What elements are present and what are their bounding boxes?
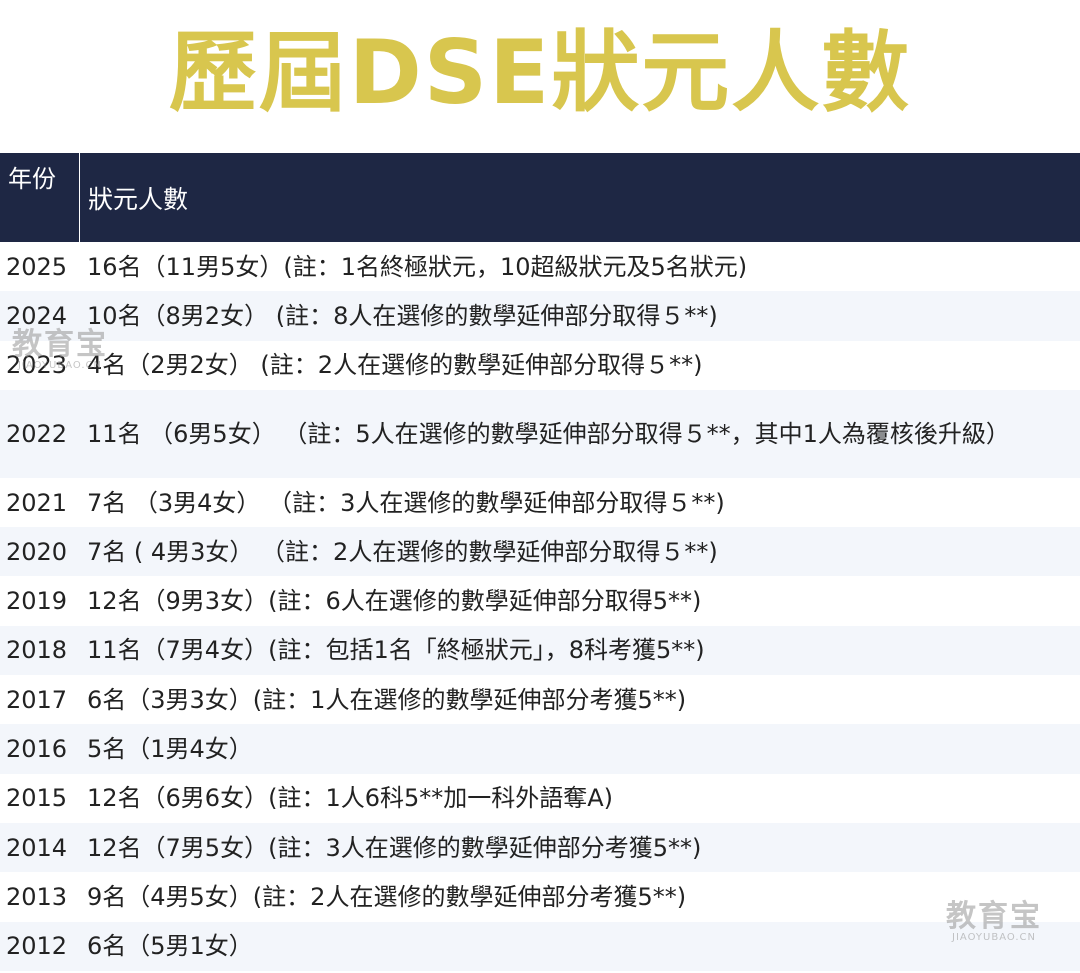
- table-body: 2025 16名（11男5女）(註：1名終極狀元，10超級狀元及5名狀元) 2024…: [0, 242, 1080, 971]
- count-cell: 12名（7男5女）(註：3人在選修的數學延伸部分考獲5**): [87, 833, 702, 862]
- count-cell: 11名（7男4女）(註：包括1名「終極狀元」，8科考獲5**): [87, 636, 705, 665]
- table-row: 2013 9名（4男5女）(註：2人在選修的數學延伸部分考獲5**): [0, 872, 1080, 922]
- table-row: 2021 7名 （3男4女） （註：3人在選修的數學延伸部分取得５**): [0, 477, 1080, 528]
- count-cell: 9名（4男5女）(註：2人在選修的數學延伸部分考獲5**): [87, 882, 687, 911]
- year-cell: 2023: [6, 351, 68, 380]
- year-cell: 2021: [6, 488, 68, 517]
- year-cell: 2022: [6, 419, 68, 448]
- year-cell: 2018: [6, 636, 68, 665]
- table-row: 2015 12名（6男6女）(註：1人6科5**加一科外語奪A): [0, 773, 1080, 823]
- table-row: 2017 6名（3男3女）(註：1人在選修的數學延伸部分考獲5**): [0, 675, 1080, 725]
- table-row: 2022 11名 （6男5女） （註：5人在選修的數學延伸部分取得５**，其中1人…: [0, 389, 1080, 478]
- year-cell: 2025: [6, 252, 68, 281]
- count-cell: 4名（2男2女） (註：2人在選修的數學延伸部分取得５**): [87, 351, 703, 380]
- count-cell: 12名（6男6女）(註：1人6科5**加一科外語奪A): [87, 784, 614, 813]
- table-header: 年份 狀元人數: [0, 153, 1080, 242]
- year-cell: 2016: [6, 735, 68, 764]
- table-row: 2016 5名（1男4女）: [0, 724, 1080, 774]
- year-cell: 2020: [6, 537, 68, 566]
- count-cell: 11名 （6男5女） （註：5人在選修的數學延伸部分取得５**，其中1人為覆核後…: [87, 419, 1010, 448]
- table-row: 2020 7名 ( 4男3女） （註：2人在選修的數學延伸部分取得５**): [0, 527, 1080, 577]
- header-year: 年份: [0, 153, 80, 242]
- count-cell: 10名（8男2女） (註：8人在選修的數學延伸部分取得５**): [87, 301, 718, 330]
- count-cell: 12名（9男3女）(註：6人在選修的數學延伸部分取得5**): [87, 587, 702, 616]
- page-title: 歷屆DSE狀元人數: [168, 21, 912, 124]
- count-cell: 7名 ( 4男3女） （註：2人在選修的數學延伸部分取得５**): [87, 537, 718, 566]
- count-cell: 16名（11男5女）(註：1名終極狀元，10超級狀元及5名狀元): [87, 252, 748, 281]
- year-cell: 2014: [6, 833, 68, 862]
- year-cell: 2017: [6, 685, 68, 714]
- table-row: 2018 11名（7男4女）(註：包括1名「終極狀元」，8科考獲5**): [0, 625, 1080, 676]
- table-row: 2012 6名（5男1女）: [0, 921, 1080, 971]
- year-cell: 2019: [6, 587, 68, 616]
- year-cell: 2012: [6, 932, 68, 961]
- count-cell: 6名（5男1女）: [87, 932, 253, 961]
- table-row: 2019 12名（9男3女）(註：6人在選修的數學延伸部分取得5**): [0, 576, 1080, 626]
- table-row: 2023 4名（2男2女） (註：2人在選修的數學延伸部分取得５**): [0, 340, 1080, 390]
- table-row: 2014 12名（7男5女）(註：3人在選修的數學延伸部分考獲5**): [0, 822, 1080, 873]
- count-cell: 6名（3男3女）(註：1人在選修的數學延伸部分考獲5**): [87, 685, 687, 714]
- count-cell: 5名（1男4女）: [87, 735, 253, 764]
- count-cell: 7名 （3男4女） （註：3人在選修的數學延伸部分取得５**): [87, 488, 725, 517]
- year-cell: 2024: [6, 301, 68, 330]
- year-cell: 2015: [6, 784, 68, 813]
- year-cell: 2013: [6, 882, 68, 911]
- table-row: 2024 10名（8男2女） (註：8人在選修的數學延伸部分取得５**): [0, 291, 1080, 341]
- table-row: 2025 16名（11男5女）(註：1名終極狀元，10超級狀元及5名狀元): [0, 242, 1080, 292]
- champion-table: 年份 狀元人數 2025 16名（11男5女）(註：1名終極狀元，10超級狀元及5…: [0, 153, 1080, 971]
- header-count: 狀元人數: [88, 184, 189, 214]
